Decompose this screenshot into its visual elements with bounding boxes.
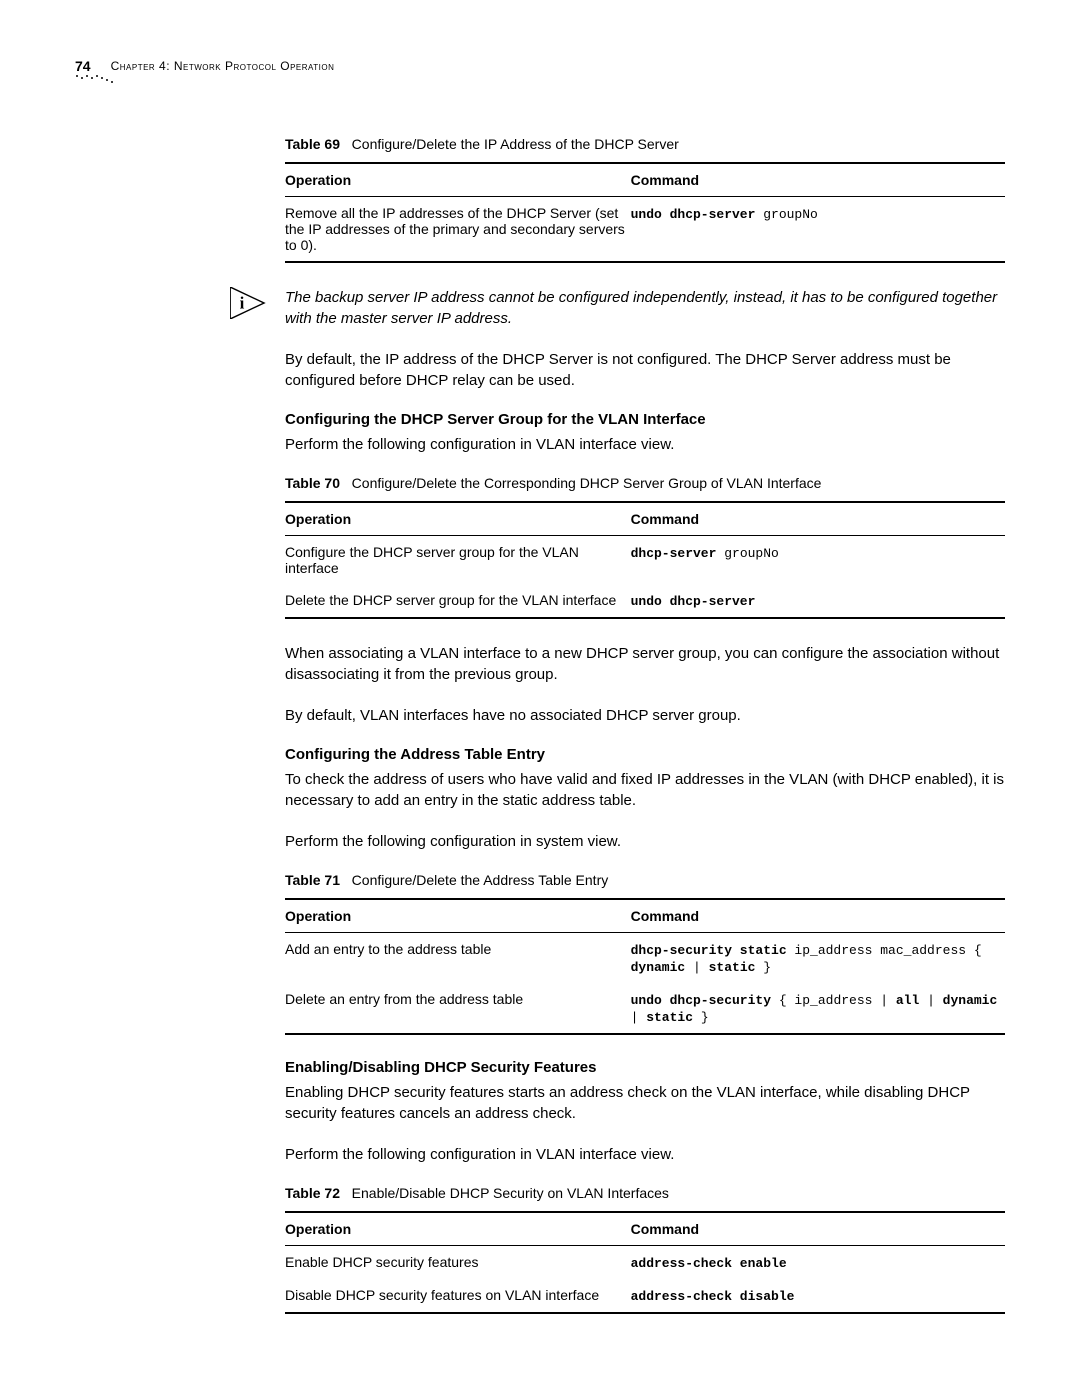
table69-row1-operation: Remove all the IP addresses of the DHCP …	[285, 197, 631, 263]
table69-row1-command: undo dhcp-server groupNo	[631, 197, 1005, 263]
paragraph-vlan-config: Perform the following configuration in V…	[285, 434, 1005, 455]
table72-header-command: Command	[631, 1212, 1005, 1246]
paragraph-system-view: Perform the following configuration in s…	[285, 831, 1005, 852]
table72-row2-command: address-check disable	[631, 1279, 1005, 1313]
svg-text:i: i	[240, 294, 245, 313]
paragraph-address-check: To check the address of users who have v…	[285, 769, 1005, 811]
table72-header-operation: Operation	[285, 1212, 631, 1246]
chapter-label: Chapter 4: Network Protocol Operation	[111, 59, 335, 73]
paragraph-default-vlan: By default, VLAN interfaces have no asso…	[285, 705, 1005, 726]
table71-row2-operation: Delete an entry from the address table	[285, 983, 631, 1034]
table72-title: Table 72 Enable/Disable DHCP Security on…	[285, 1185, 1005, 1201]
table71-row2-command: undo dhcp-security { ip_address | all | …	[631, 983, 1005, 1034]
table72-row2-operation: Disable DHCP security features on VLAN i…	[285, 1279, 631, 1313]
table70-row1-operation: Configure the DHCP server group for the …	[285, 536, 631, 585]
table69-header-operation: Operation	[285, 163, 631, 197]
table71-row1-command: dhcp-security static ip_address mac_addr…	[631, 933, 1005, 984]
table70-row2-command: undo dhcp-server	[631, 584, 1005, 618]
table69: Operation Command Remove all the IP addr…	[285, 162, 1005, 263]
table72-row1-operation: Enable DHCP security features	[285, 1246, 631, 1280]
table71-title: Table 71 Configure/Delete the Address Ta…	[285, 872, 1005, 888]
paragraph-vlan-view: Perform the following configuration in V…	[285, 1144, 1005, 1165]
table69-title: Table 69 Configure/Delete the IP Address…	[285, 136, 1005, 152]
paragraph-security-enable: Enabling DHCP security features starts a…	[285, 1082, 1005, 1124]
dots-decoration-icon	[75, 74, 115, 89]
paragraph-associating-vlan: When associating a VLAN interface to a n…	[285, 643, 1005, 685]
page-header: 74 Chapter 4: Network Protocol Operation	[75, 58, 1005, 74]
table70-title: Table 70 Configure/Delete the Correspond…	[285, 475, 1005, 491]
table70-header-operation: Operation	[285, 502, 631, 536]
note-callout: i The backup server IP address cannot be…	[230, 287, 1005, 329]
main-content: Table 69 Configure/Delete the IP Address…	[285, 136, 1005, 1314]
page-number: 74	[75, 58, 91, 74]
paragraph-default-ip: By default, the IP address of the DHCP S…	[285, 349, 1005, 391]
table71-header-command: Command	[631, 899, 1005, 933]
info-note-icon: i	[230, 287, 268, 319]
subheading-server-group: Configuring the DHCP Server Group for th…	[285, 411, 1005, 428]
table71: Operation Command Add an entry to the ad…	[285, 898, 1005, 1035]
table72-row1-command: address-check enable	[631, 1246, 1005, 1280]
subheading-security-features: Enabling/Disabling DHCP Security Feature…	[285, 1059, 1005, 1076]
table70: Operation Command Configure the DHCP ser…	[285, 501, 1005, 619]
table70-row2-operation: Delete the DHCP server group for the VLA…	[285, 584, 631, 618]
table70-row1-command: dhcp-server groupNo	[631, 536, 1005, 585]
table70-header-command: Command	[631, 502, 1005, 536]
note-text: The backup server IP address cannot be c…	[285, 287, 1005, 329]
table71-row1-operation: Add an entry to the address table	[285, 933, 631, 984]
table69-header-command: Command	[631, 163, 1005, 197]
table71-header-operation: Operation	[285, 899, 631, 933]
subheading-address-table: Configuring the Address Table Entry	[285, 746, 1005, 763]
table72: Operation Command Enable DHCP security f…	[285, 1211, 1005, 1314]
